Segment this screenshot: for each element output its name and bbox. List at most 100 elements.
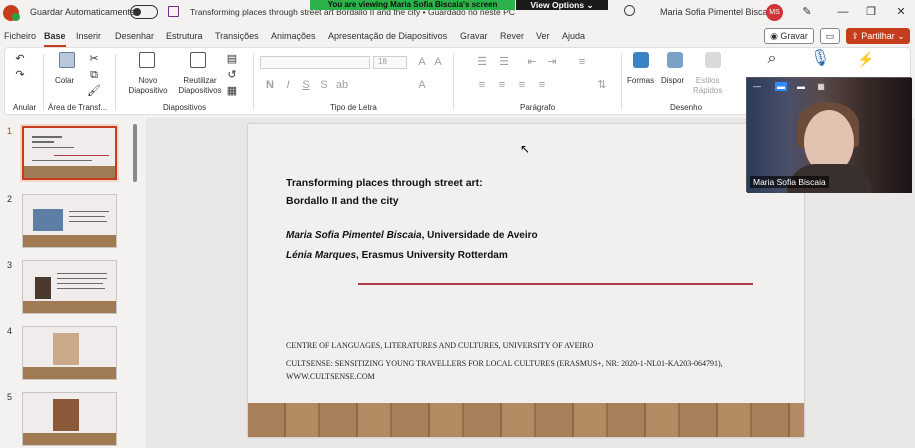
slide-title-line-1: Transforming places through street art: (286, 177, 483, 189)
redo-icon[interactable]: ↷ (13, 68, 27, 82)
section-icon[interactable]: ▦ (225, 84, 239, 98)
centre-text: CENTRE OF LANGUAGES, LITERATURES AND CUL… (286, 341, 594, 350)
bullets-icon[interactable]: ☰ (475, 55, 489, 69)
shapes-label[interactable]: Formas (627, 76, 654, 86)
tab-apresentacao[interactable]: Apresentação de Diapositivos (328, 31, 447, 41)
new-slide-icon[interactable] (139, 52, 155, 68)
speaker-view-icon[interactable]: ▬ (775, 82, 787, 91)
participant-name: Maria Sofia Biscaia (750, 176, 829, 188)
font-color-icon[interactable]: A (415, 78, 429, 92)
minimize-video-icon[interactable]: — (751, 82, 763, 91)
italic-icon[interactable]: I (281, 78, 295, 92)
indent-icon[interactable]: ⇤ (525, 55, 539, 69)
tab-estrutura[interactable]: Estrutura (166, 31, 203, 41)
pen-icon[interactable]: ✎ (800, 5, 814, 19)
record-label: Gravar (780, 31, 808, 41)
search-icon[interactable] (624, 5, 635, 16)
divider (253, 54, 254, 110)
paste-icon[interactable] (59, 52, 75, 68)
author-2-affiliation: , Erasmus University Rotterdam (356, 250, 508, 261)
tab-rever[interactable]: Rever (500, 31, 524, 41)
tab-transicoes[interactable]: Transições (215, 31, 259, 41)
dictate-icon[interactable]: 🎙 (810, 51, 830, 67)
slide-thumbnail-2[interactable] (22, 194, 117, 248)
tab-inserir[interactable]: Inserir (76, 31, 101, 41)
shrink-font-icon[interactable]: A (431, 55, 445, 69)
find-icon[interactable]: ⌕ (765, 51, 779, 67)
slide-title: Transforming places through street art: … (286, 174, 483, 210)
reuse-label-2: Diapositivos (178, 86, 222, 95)
font-family-select[interactable] (260, 56, 370, 69)
quick-styles-label-2: Rápidos (693, 86, 723, 95)
powerpoint-icon[interactable] (3, 5, 20, 21)
slide-thumbnail-4[interactable] (22, 326, 117, 380)
shapes-icon[interactable] (633, 52, 649, 68)
undo-icon[interactable]: ↶ (13, 52, 27, 66)
cut-icon[interactable]: ✂ (87, 52, 101, 66)
tab-desenhar[interactable]: Desenhar (115, 31, 154, 41)
align-left-icon[interactable]: ≡ (475, 78, 489, 92)
slide-thumbnail-5[interactable] (22, 392, 117, 446)
underline-icon[interactable]: S (299, 78, 313, 92)
justify-icon[interactable]: ≡ (535, 78, 549, 92)
restore-icon[interactable]: ❐ (864, 5, 878, 19)
quick-styles-label[interactable]: Estilos Rápidos (693, 76, 722, 96)
copy-icon[interactable]: ⧉ (87, 68, 101, 82)
font-size-value: 18 (378, 57, 387, 66)
layout-icon[interactable]: ▤ (225, 52, 239, 66)
shadow-icon[interactable]: S (317, 78, 331, 92)
align-center-icon[interactable]: ≡ (495, 78, 509, 92)
tab-ficheiro[interactable]: Ficheiro (4, 31, 36, 41)
current-slide[interactable]: Transforming places through street art: … (248, 124, 804, 437)
designer-icon[interactable]: ⚡ (857, 52, 874, 66)
outdent-icon[interactable]: ⇥ (545, 55, 559, 69)
webcam-overlay[interactable]: — ▬ ▬ ▦ Maria Sofia Biscaia (746, 77, 912, 193)
bold-icon[interactable]: N (263, 78, 277, 92)
close-icon[interactable]: ✕ (894, 5, 908, 19)
minimize-icon[interactable]: — (836, 5, 850, 19)
slide-number: 4 (7, 326, 13, 336)
thumb-text (57, 288, 105, 289)
paste-label[interactable]: Colar (55, 76, 74, 86)
avatar[interactable]: MS (766, 4, 783, 21)
format-painter-icon[interactable]: 🖌 (87, 84, 101, 98)
project-text: CULTSENSE: SENSITIZING YOUNG TRAVELLERS … (286, 359, 723, 368)
tab-gravar[interactable]: Gravar (460, 31, 488, 41)
author-1-affiliation: , Universidade de Aveiro (421, 230, 538, 241)
quick-styles-icon[interactable] (705, 52, 721, 68)
group-label-paragraph: Parágrafo (520, 103, 556, 112)
strikethrough-icon[interactable]: ab (335, 78, 349, 92)
share-button[interactable]: ⇪ Partilhar ⌄ (846, 28, 910, 44)
numbering-icon[interactable]: ☰ (497, 55, 511, 69)
group-label-drawing: Desenho (670, 103, 703, 112)
tab-ver[interactable]: Ver (536, 31, 550, 41)
grow-font-icon[interactable]: A (415, 55, 429, 69)
thumbnail-scrollbar[interactable] (133, 124, 137, 182)
reset-icon[interactable]: ↺ (225, 68, 239, 82)
reuse-slides-label[interactable]: Reutilizar Diapositivos (175, 76, 225, 96)
align-right-icon[interactable]: ≡ (515, 78, 529, 92)
thumb-image (35, 277, 51, 299)
tab-ajuda[interactable]: Ajuda (562, 31, 585, 41)
project-url: WWW.CULTSENSE.COM (286, 372, 375, 381)
slide-thumbnail-1[interactable] (20, 124, 119, 182)
divider (621, 54, 622, 110)
gallery-strip-icon[interactable]: ▬ (795, 82, 807, 91)
text-direction-icon[interactable]: ⇅ (595, 78, 609, 92)
thumb-floor (23, 301, 116, 313)
autosave-toggle[interactable] (130, 5, 158, 19)
font-size-select[interactable]: 18 (373, 56, 407, 69)
arrange-icon[interactable] (667, 52, 683, 68)
view-options-button[interactable]: View Options ⌄ (516, 0, 608, 10)
gallery-view-icon[interactable]: ▦ (815, 82, 827, 91)
tab-base[interactable]: Base (44, 31, 66, 47)
save-icon[interactable] (168, 6, 179, 17)
reuse-slides-icon[interactable] (190, 52, 206, 68)
arrange-label[interactable]: Dispor (661, 76, 684, 86)
tab-animacoes[interactable]: Animações (271, 31, 316, 41)
comments-button[interactable]: ▭ (820, 28, 840, 44)
line-spacing-icon[interactable]: ≡ (575, 55, 589, 69)
record-button[interactable]: ◉ Gravar (764, 28, 814, 44)
slide-thumbnail-3[interactable] (22, 260, 117, 314)
new-slide-label[interactable]: Novo Diapositivo (123, 76, 173, 96)
